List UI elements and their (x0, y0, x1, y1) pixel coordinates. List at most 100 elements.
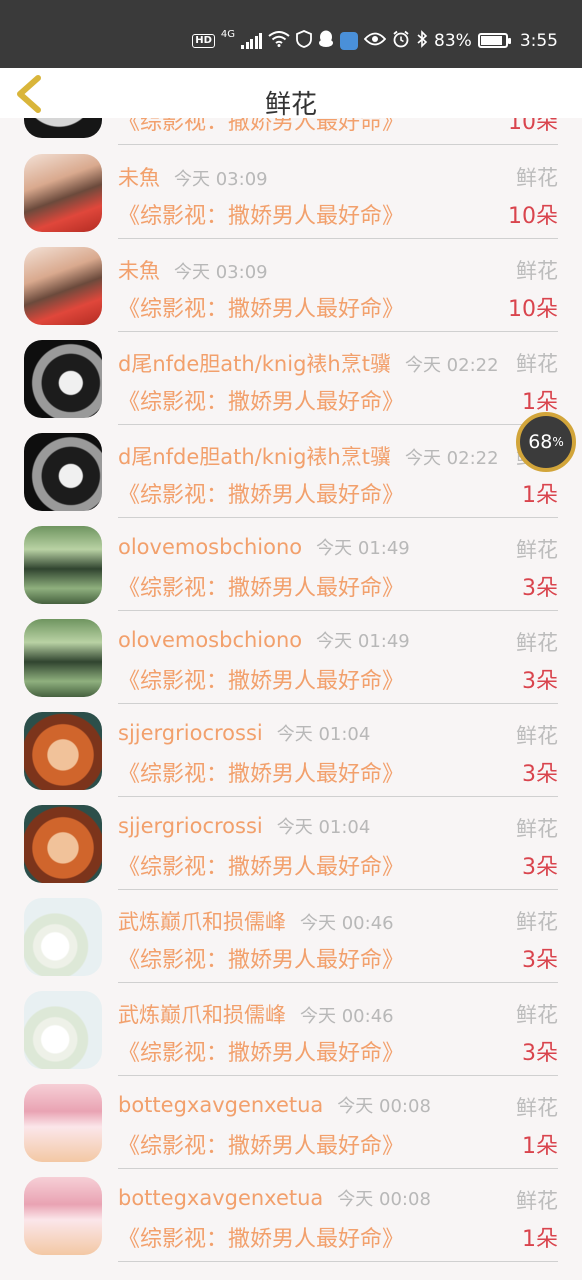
timestamp: 今天 01:49 (316, 538, 410, 559)
user-name-text: olovemosbchiono (118, 535, 303, 559)
user-name: d尾nfde胆ath/knig裱h烹t骥 今天 02:22 (118, 441, 499, 471)
book-title: 《综影视：撒娇男人最好命》 (118, 576, 405, 601)
list-item[interactable]: d尾nfde胆ath/knig裱h烹t骥今天 02:22 鲜花 《综影视：撒娇男… (0, 332, 582, 425)
list-item[interactable]: bottegxavgenxetua 今天 00:08 鲜花 《综影视：撒娇男人最好… (0, 1076, 582, 1169)
avatar[interactable] (24, 1177, 102, 1255)
list-item[interactable]: olovemosbchiono 今天 01:49 鲜花 《综影视：撒娇男人最好命》… (0, 518, 582, 611)
book-title: 《综影视：撒娇男人最好命》 (118, 948, 405, 973)
book-title: 《综影视：撒娇男人最好命》 (118, 1041, 405, 1066)
battery-level-fill (480, 36, 503, 45)
timestamp: 今天 00:08 (337, 1096, 431, 1117)
user-name-text: 武炼巅爪和损儒峰 (118, 910, 286, 934)
user-name: sjjergriocrossi 今天 01:04 (118, 813, 370, 839)
user-name: 武炼巅爪和损儒峰 今天 00:46 (118, 906, 394, 936)
gift-type: 鲜花 (516, 1096, 558, 1120)
bluetooth-icon (416, 30, 428, 51)
list-item[interactable]: 武炼巅爪和损儒峰 今天 00:46 鲜花 《综影视：撒娇男人最好命》 3朵 (0, 890, 582, 983)
user-name: olovemosbchiono 今天 01:49 (118, 627, 410, 653)
eye-icon (363, 32, 387, 49)
user-name-text: bottegxavgenxetua (118, 1186, 324, 1210)
timestamp: 今天 00:08 (337, 1189, 431, 1210)
divider (118, 1260, 558, 1262)
user-name-text: 武炼巅爪和损儒峰 (118, 1003, 286, 1027)
divider (118, 143, 558, 145)
battery-icon (477, 33, 511, 48)
avatar[interactable] (24, 247, 102, 325)
timestamp: 今天 02:22 (404, 448, 499, 469)
gift-type: 鲜花 (516, 259, 558, 283)
flower-count: 3朵 (522, 948, 558, 973)
flower-gift-list[interactable]: 《综影视：撒娇男人最好命》 10朵 未魚 今天 03:09 鲜花 《综影视：撒娇男… (0, 118, 582, 1280)
list-item[interactable]: 《综影视：撒娇男人最好命》 10朵 (0, 118, 582, 145)
gift-type: 鲜花 (516, 910, 558, 934)
avatar[interactable] (24, 1084, 102, 1162)
timestamp: 今天 01:04 (276, 724, 371, 745)
flower-count: 3朵 (522, 762, 558, 787)
list-item[interactable]: 未魚 今天 03:09 鲜花 《综影视：撒娇男人最好命》 10朵 (0, 146, 582, 239)
flower-count: 3朵 (522, 1041, 558, 1066)
list-item[interactable]: bottegxavgenxetua 今天 00:08 鲜花 《综影视：撒娇男人最好… (0, 1169, 582, 1262)
avatar[interactable] (24, 991, 102, 1069)
flower-count: 1朵 (522, 1134, 558, 1159)
gift-type: 鲜花 (516, 817, 558, 841)
timestamp: 今天 03:09 (174, 169, 268, 190)
avatar[interactable] (24, 118, 102, 138)
book-title: 《综影视：撒娇男人最好命》 (118, 297, 405, 322)
gift-type: 鲜花 (516, 1189, 558, 1213)
user-name-text: d尾nfde胆ath/knig裱h烹t骥 (118, 352, 391, 376)
avatar[interactable] (24, 898, 102, 976)
list-item[interactable]: sjjergriocrossi 今天 01:04 鲜花 《综影视：撒娇男人最好命》… (0, 797, 582, 890)
flower-count: 3朵 (522, 576, 558, 601)
avatar[interactable] (24, 805, 102, 883)
list-item[interactable]: sjjergriocrossi 今天 01:04 鲜花 《综影视：撒娇男人最好命》… (0, 704, 582, 797)
shield-icon (296, 30, 312, 51)
avatar[interactable] (24, 526, 102, 604)
status-bar: HD 4G 83% 3:55 (0, 0, 582, 68)
book-title: 《综影视：撒娇男人最好命》 (118, 204, 405, 229)
user-name: d尾nfde胆ath/knig裱h烹t骥 今天 02:22 (118, 348, 499, 378)
timestamp: 今天 02:22 (404, 355, 499, 376)
nav-header: 鲜花 (0, 68, 582, 120)
battery-percent: 83% (434, 30, 472, 51)
user-name: bottegxavgenxetua 今天 00:08 (118, 1092, 431, 1118)
gift-type: 鲜花 (516, 724, 558, 748)
user-name-text: 未魚 (118, 259, 160, 283)
flower-count: 3朵 (522, 855, 558, 880)
flower-count: 3朵 (522, 669, 558, 694)
book-title: 《综影视：撒娇男人最好命》 (118, 118, 405, 135)
avatar[interactable] (24, 433, 102, 511)
list-item[interactable]: d尾nfde胆ath/knig裱h烹t骥今天 02:22 鲜花 《综影视：撒娇男… (0, 425, 582, 518)
timestamp: 今天 01:04 (276, 817, 371, 838)
book-title: 《综影视：撒娇男人最好命》 (118, 855, 405, 880)
user-name: 未魚 今天 03:09 (118, 162, 268, 192)
signal-icon (241, 32, 263, 49)
page-title: 鲜花 (264, 90, 317, 120)
avatar[interactable] (24, 154, 102, 232)
app-notification-icon (340, 31, 359, 50)
book-title: 《综影视：撒娇男人最好命》 (118, 483, 405, 508)
user-name-text: sjjergriocrossi (118, 721, 263, 745)
user-name-text: 未魚 (118, 166, 160, 190)
user-name-text: olovemosbchiono (118, 628, 303, 652)
memory-percent-unit: % (552, 435, 564, 449)
status-icons: HD 4G 83% 3:55 (192, 30, 558, 51)
user-name-text: bottegxavgenxetua (118, 1093, 324, 1117)
timestamp: 今天 01:49 (316, 631, 410, 652)
avatar[interactable] (24, 619, 102, 697)
avatar[interactable] (24, 340, 102, 418)
list-item[interactable]: 未魚 今天 03:09 鲜花 《综影视：撒娇男人最好命》 10朵 (0, 239, 582, 332)
avatar[interactable] (24, 712, 102, 790)
clock: 3:55 (519, 30, 558, 51)
user-name: olovemosbchiono 今天 01:49 (118, 534, 410, 560)
gift-type: 鲜花 (516, 352, 558, 376)
gift-type: 鲜花 (516, 538, 558, 562)
timestamp: 今天 03:09 (174, 262, 268, 283)
list-item[interactable]: 武炼巅爪和损儒峰 今天 00:46 鲜花 《综影视：撒娇男人最好命》 3朵 (0, 983, 582, 1076)
flower-count: 10朵 (508, 118, 558, 135)
user-name: 武炼巅爪和损儒峰 今天 00:46 (118, 999, 394, 1029)
network-type-label: 4G (220, 29, 236, 40)
floating-memory-ball[interactable]: 68% (516, 412, 576, 472)
flower-count: 1朵 (522, 390, 558, 415)
flower-count: 1朵 (522, 483, 558, 508)
list-item[interactable]: olovemosbchiono 今天 01:49 鲜花 《综影视：撒娇男人最好命》… (0, 611, 582, 704)
